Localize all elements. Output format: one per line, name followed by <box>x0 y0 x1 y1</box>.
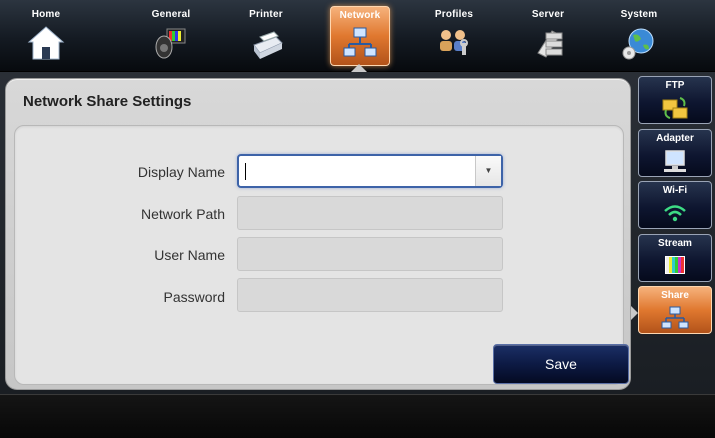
nav-tab-general[interactable]: General <box>141 6 201 66</box>
color-bars-icon <box>665 256 685 274</box>
side-tab-label: Adapter <box>656 133 694 144</box>
display-name-combobox[interactable]: ▼ <box>237 154 503 188</box>
chevron-down-icon: ▼ <box>484 166 493 175</box>
nav-tab-label: Server <box>531 9 565 20</box>
adapter-monitor-icon <box>664 150 686 172</box>
users-icon <box>440 30 468 55</box>
network-icon <box>343 27 377 57</box>
share-network-icon <box>661 306 689 329</box>
globe-icon <box>622 28 654 60</box>
display-name-label: Display Name <box>137 164 225 180</box>
side-tab-label: Share <box>661 290 689 301</box>
bottom-bar <box>0 394 715 438</box>
form-container: Display Name ▼ Network Path User Name Pa… <box>14 125 629 385</box>
user-name-label: User Name <box>154 247 225 263</box>
page-title: Network Share Settings <box>23 93 192 110</box>
speaker-monitor-icon <box>155 28 186 59</box>
printer-icon <box>253 31 283 59</box>
side-tab-stream[interactable]: Stream <box>638 234 712 282</box>
nav-tab-label: Printer <box>249 9 283 20</box>
server-icon <box>537 30 563 58</box>
home-icon <box>27 26 65 60</box>
nav-tab-system[interactable]: System <box>609 6 669 66</box>
nav-tab-label: General <box>151 9 191 20</box>
side-tab-label: FTP <box>665 80 685 91</box>
side-tab-ftp[interactable]: FTP <box>638 76 712 124</box>
top-navigation: Home General Printer Network Profiles Se… <box>0 0 715 72</box>
ftp-folder-icon <box>662 97 688 119</box>
active-side-tab-pointer <box>631 306 638 320</box>
nav-tab-home[interactable]: Home <box>16 6 76 66</box>
dropdown-button[interactable]: ▼ <box>475 156 501 186</box>
side-tab-label: Stream <box>658 238 692 249</box>
password-label: Password <box>163 289 225 305</box>
nav-tab-label: Profiles <box>434 9 474 20</box>
nav-tab-label: Home <box>31 9 61 20</box>
user-name-field[interactable] <box>237 237 503 271</box>
nav-tab-label: System <box>620 9 658 20</box>
wifi-icon <box>664 205 686 222</box>
active-tab-pointer <box>351 64 367 72</box>
side-tab-wifi[interactable]: Wi-Fi <box>638 181 712 229</box>
nav-tab-label: Network <box>339 10 381 21</box>
nav-tab-server[interactable]: Server <box>518 6 578 66</box>
password-field[interactable] <box>237 278 503 312</box>
network-path-field[interactable] <box>237 196 503 230</box>
side-tab-label: Wi-Fi <box>662 185 688 196</box>
save-button[interactable]: Save <box>493 344 629 384</box>
nav-tab-profiles[interactable]: Profiles <box>424 6 484 66</box>
side-tab-share[interactable]: Share <box>638 286 712 334</box>
network-path-label: Network Path <box>140 206 225 222</box>
text-caret <box>245 163 246 180</box>
nav-tab-network[interactable]: Network <box>330 6 390 66</box>
side-tab-adapter[interactable]: Adapter <box>638 129 712 177</box>
nav-tab-printer[interactable]: Printer <box>236 6 296 66</box>
settings-panel: Network Share Settings Display Name ▼ Ne… <box>5 78 631 390</box>
